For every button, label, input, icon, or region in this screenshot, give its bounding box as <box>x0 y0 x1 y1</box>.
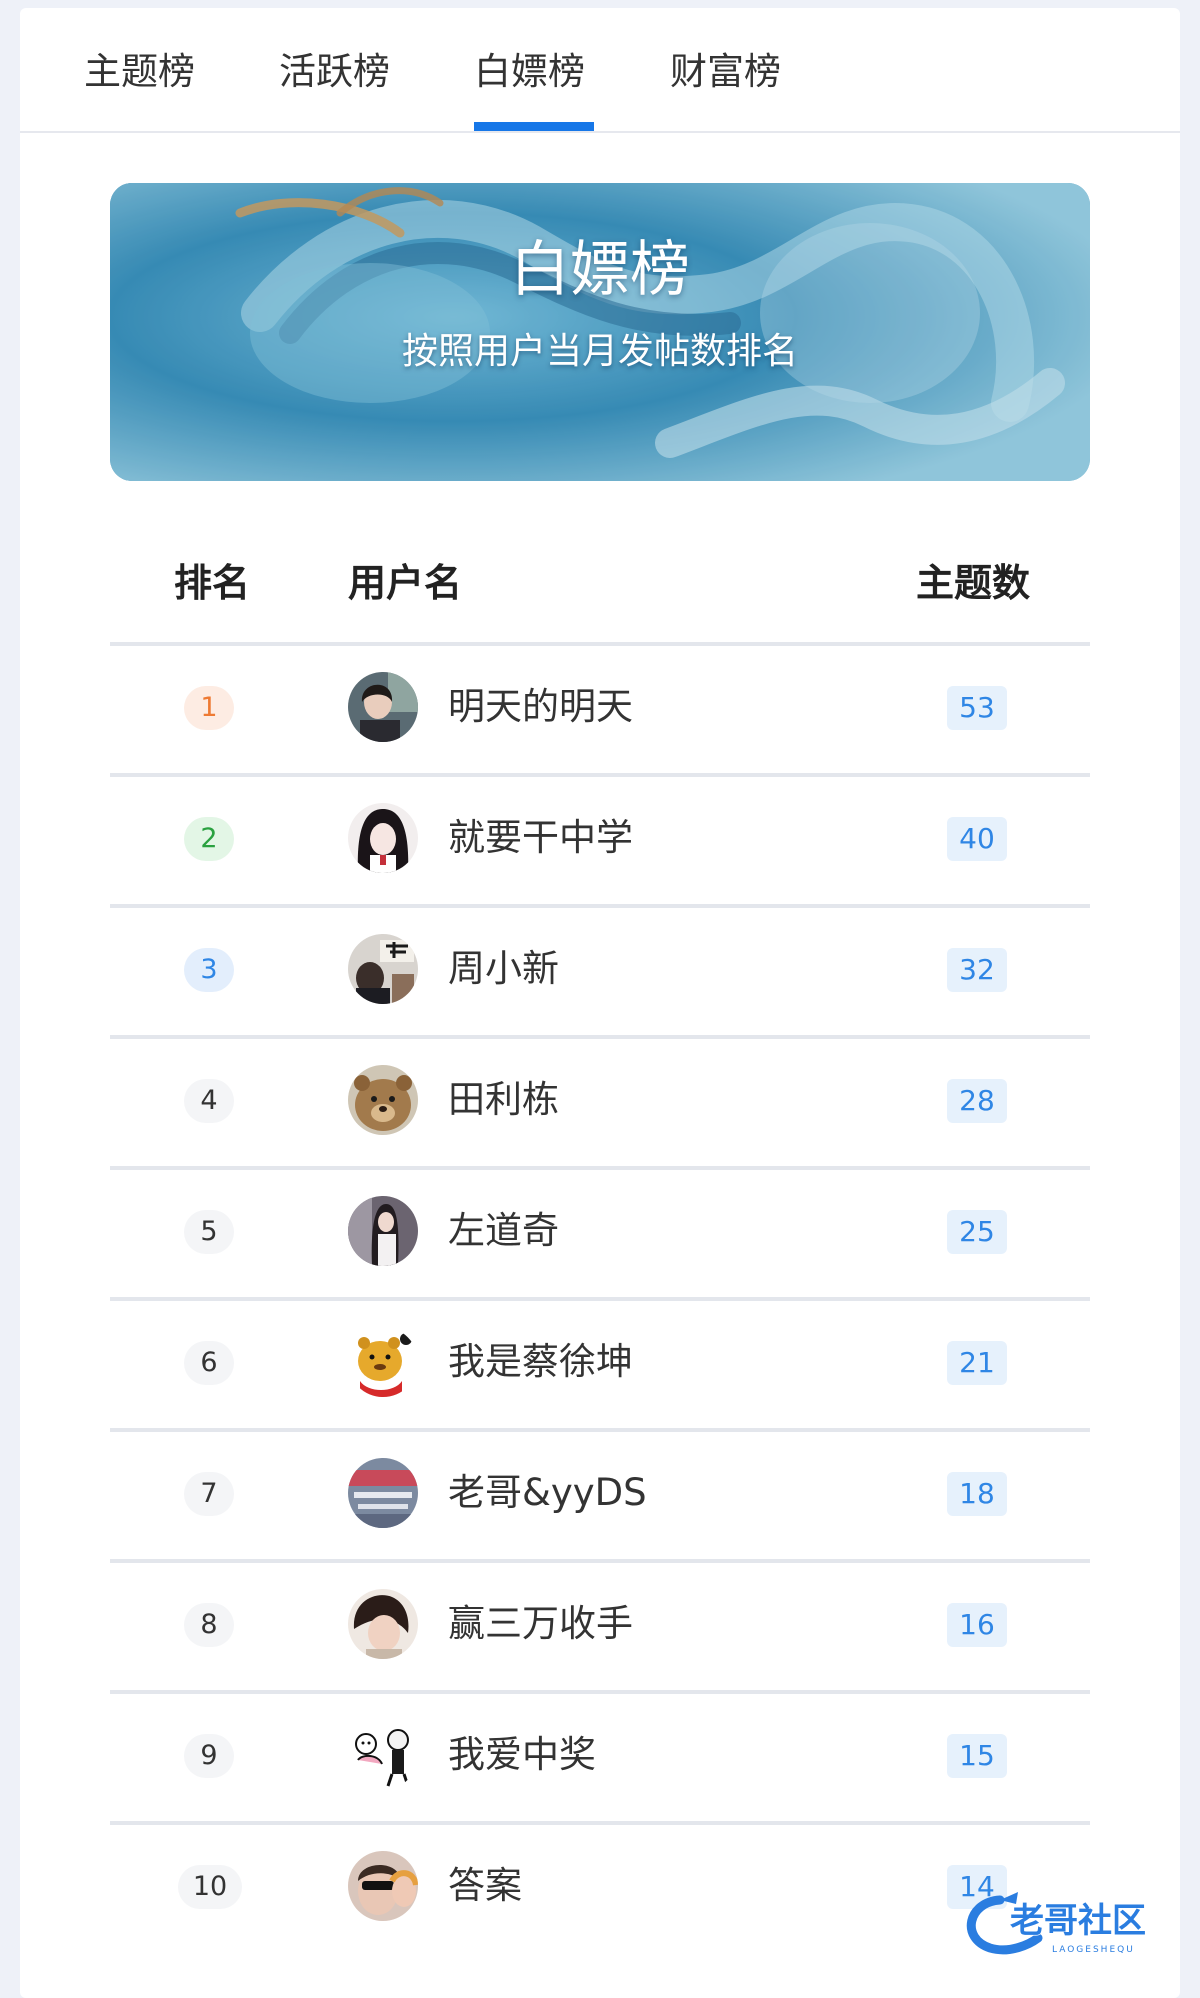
username[interactable]: 明天的明天 <box>448 684 633 730</box>
table-row: 3 周小新 32 <box>110 908 1090 1039</box>
header-topic-count: 主题数 <box>916 561 1031 605</box>
leaderboard-card: 主题榜 活跃榜 白嫖榜 财富榜 白嫖榜 按照用户当月发帖数排名 排名 用户名 主… <box>20 8 1180 1998</box>
username[interactable]: 周小新 <box>448 946 559 992</box>
topic-count-badge: 25 <box>947 1210 1007 1254</box>
topic-count-badge: 21 <box>947 1341 1007 1385</box>
avatar[interactable] <box>348 803 418 873</box>
username[interactable]: 就要干中学 <box>448 815 633 861</box>
tab-bar: 主题榜 活跃榜 白嫖榜 财富榜 <box>20 8 1180 133</box>
table-row: 10 答案 14 <box>110 1825 1090 1952</box>
banner-subtitle: 按照用户当月发帖数排名 <box>401 331 798 372</box>
rank-badge: 2 <box>184 817 234 861</box>
rank-badge: 4 <box>184 1079 234 1123</box>
username[interactable]: 答案 <box>448 1863 522 1909</box>
svg-text:老哥社区: 老哥社区 <box>1010 1901 1146 1941</box>
table-row: 6 我是蔡徐坤 21 <box>110 1301 1090 1432</box>
topic-count-badge: 18 <box>947 1472 1007 1516</box>
avatar[interactable] <box>348 934 418 1004</box>
username[interactable]: 赢三万收手 <box>448 1601 633 1647</box>
table-row: 4 田利栋 28 <box>110 1039 1090 1170</box>
table-row: 1 明天的明天 53 <box>110 646 1090 777</box>
topic-count-badge: 16 <box>947 1603 1007 1647</box>
topic-count-badge: 32 <box>947 948 1007 992</box>
table-row: 7 老哥&yyDS 18 <box>110 1432 1090 1563</box>
avatar[interactable] <box>348 1196 418 1266</box>
header-rank: 排名 <box>174 561 251 605</box>
username[interactable]: 我是蔡徐坤 <box>448 1339 633 1385</box>
header-username: 用户名 <box>348 561 463 605</box>
banner: 白嫖榜 按照用户当月发帖数排名 <box>110 183 1090 481</box>
username[interactable]: 田利栋 <box>448 1077 559 1123</box>
avatar[interactable] <box>348 1720 418 1790</box>
tab-wealth[interactable]: 财富榜 <box>670 50 781 94</box>
username[interactable]: 我爱中奖 <box>448 1732 596 1778</box>
rank-badge: 9 <box>184 1734 234 1778</box>
table-row: 9 我爱中奖 15 <box>110 1694 1090 1825</box>
active-tab-indicator <box>474 122 594 131</box>
table-header: 排名 用户名 主题数 <box>110 538 1090 646</box>
rank-badge: 3 <box>184 948 234 992</box>
topic-count-badge: 53 <box>947 686 1007 730</box>
avatar[interactable] <box>348 1851 418 1921</box>
banner-title: 白嫖榜 <box>510 235 690 305</box>
rank-badge: 8 <box>184 1603 234 1647</box>
rank-badge: 5 <box>184 1210 234 1254</box>
table-row: 8 赢三万收手 16 <box>110 1563 1090 1694</box>
avatar[interactable] <box>348 1065 418 1135</box>
username[interactable]: 左道奇 <box>448 1208 559 1254</box>
avatar[interactable] <box>348 1458 418 1528</box>
topic-count-badge: 15 <box>947 1734 1007 1778</box>
topic-count-badge: 28 <box>947 1079 1007 1123</box>
avatar[interactable] <box>348 1589 418 1659</box>
rank-badge: 7 <box>184 1472 234 1516</box>
avatar[interactable] <box>348 672 418 742</box>
rank-badge: 10 <box>178 1865 242 1909</box>
tab-freeloader[interactable]: 白嫖榜 <box>474 50 585 94</box>
svg-text:LAOGESHEQU: LAOGESHEQU <box>1052 1945 1135 1955</box>
avatar[interactable] <box>348 1327 418 1397</box>
topic-count-badge: 40 <box>947 817 1007 861</box>
tab-active[interactable]: 活跃榜 <box>279 50 390 94</box>
rank-badge: 6 <box>184 1341 234 1385</box>
table-row: 5 左道奇 25 <box>110 1170 1090 1301</box>
tab-topic[interactable]: 主题榜 <box>84 50 195 94</box>
username[interactable]: 老哥&yyDS <box>448 1470 647 1516</box>
table-row: 2 就要干中学 40 <box>110 777 1090 908</box>
rank-badge: 1 <box>184 686 234 730</box>
site-watermark-logo: 老哥社区 LAOGESHEQU <box>966 1892 1147 1955</box>
